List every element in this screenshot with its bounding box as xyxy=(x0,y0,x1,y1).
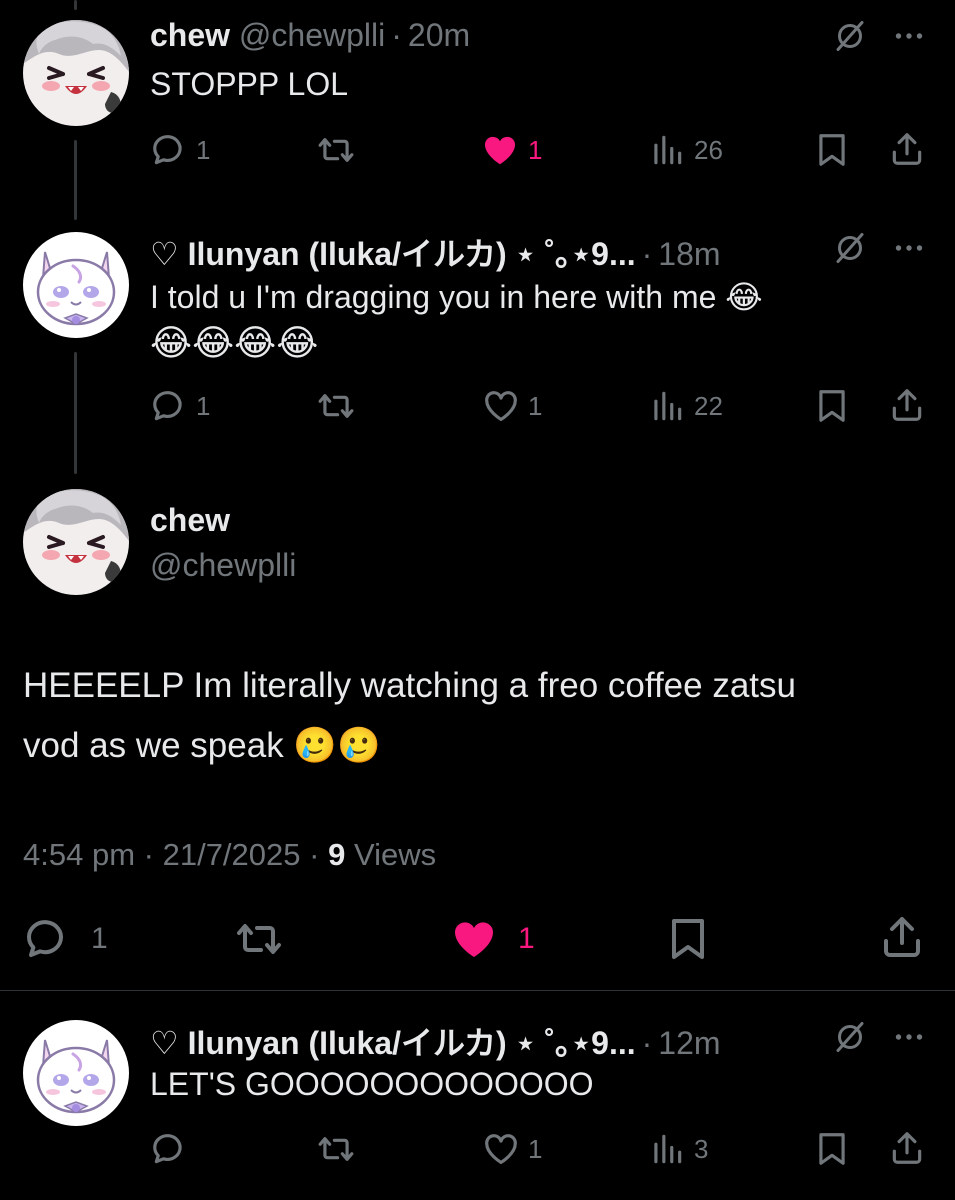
reply-icon xyxy=(150,387,188,425)
bookmark-button[interactable] xyxy=(813,131,851,169)
retweet-icon xyxy=(316,387,356,425)
share-icon xyxy=(878,913,926,961)
like-icon xyxy=(480,131,520,169)
thread-line xyxy=(74,352,77,474)
retweet-button[interactable] xyxy=(316,131,356,169)
tweet-date[interactable]: 21/7/2025 xyxy=(163,837,301,872)
reply-button[interactable]: 1 xyxy=(150,131,210,169)
timestamp[interactable]: 18m xyxy=(658,236,720,272)
reply-button[interactable]: 1 xyxy=(23,915,108,963)
reply-count: 1 xyxy=(196,390,211,421)
retweet-icon xyxy=(233,915,285,963)
more-icon[interactable] xyxy=(890,230,928,266)
reply-count: 1 xyxy=(91,922,108,955)
reply-button[interactable]: 1 xyxy=(150,387,210,425)
more-icon[interactable] xyxy=(890,1019,928,1055)
avatar[interactable] xyxy=(23,489,129,595)
handle[interactable]: @chewplli xyxy=(150,547,296,584)
divider xyxy=(0,990,955,991)
tweet-header: ♡ Ilunyan (Iluka/イルカ) ⋆ ˚｡⋆9... · 18m xyxy=(150,236,721,272)
display-name[interactable]: ♡ Ilunyan (Iluka/イルカ) ⋆ ˚｡⋆9... xyxy=(150,236,636,272)
like-count: 1 xyxy=(528,390,543,421)
views-button[interactable]: 3 xyxy=(648,1130,708,1168)
like-icon xyxy=(482,1130,520,1168)
bookmark-button[interactable] xyxy=(813,1130,851,1168)
like-button[interactable]: 1 xyxy=(480,131,542,169)
timestamp[interactable]: 12m xyxy=(658,1025,720,1061)
avatar[interactable] xyxy=(23,20,129,126)
display-name[interactable]: chew xyxy=(150,17,230,53)
thread-line xyxy=(74,0,77,10)
views-icon xyxy=(648,131,686,169)
tweet-text-emojis: 😂😂😂😂 xyxy=(150,322,319,363)
reply-icon xyxy=(150,131,188,169)
bookmark-icon xyxy=(664,915,712,963)
retweet-icon xyxy=(316,1130,356,1168)
retweet-icon xyxy=(316,131,356,169)
views-icon xyxy=(648,1130,686,1168)
grok-icon[interactable] xyxy=(832,1019,868,1055)
retweet-button[interactable] xyxy=(316,1130,356,1168)
reply-icon xyxy=(150,1130,188,1168)
share-icon xyxy=(888,1129,926,1167)
reply-icon xyxy=(23,915,71,963)
grok-icon[interactable] xyxy=(832,230,868,266)
tweet-text: STOPPP LOL xyxy=(150,66,349,102)
avatar[interactable] xyxy=(23,1020,129,1126)
like-button[interactable]: 1 xyxy=(448,915,535,963)
like-icon xyxy=(448,915,500,963)
bookmark-button[interactable] xyxy=(664,915,712,963)
display-name[interactable]: ♡ Ilunyan (Iluka/イルカ) ⋆ ˚｡⋆9... xyxy=(150,1025,636,1061)
views-count: 26 xyxy=(694,134,723,165)
share-button[interactable] xyxy=(888,386,926,424)
reply-button[interactable] xyxy=(150,1130,188,1168)
display-name[interactable]: chew xyxy=(150,502,230,538)
share-button[interactable] xyxy=(888,130,926,168)
tweet-text: LET'S GOOOOOOOOOOOOO xyxy=(150,1066,594,1102)
views-label: Views xyxy=(353,837,437,872)
bookmark-button[interactable] xyxy=(813,387,851,425)
views-button[interactable]: 22 xyxy=(648,387,723,425)
retweet-button[interactable] xyxy=(316,387,356,425)
retweet-button[interactable] xyxy=(233,915,285,963)
views-count: 22 xyxy=(694,390,723,421)
like-count: 1 xyxy=(528,1133,543,1164)
like-icon xyxy=(482,387,520,425)
views-icon xyxy=(648,387,686,425)
handle[interactable]: @chewplli xyxy=(239,17,385,53)
views-count: 9 xyxy=(328,837,346,872)
like-count: 1 xyxy=(528,134,543,165)
share-button[interactable] xyxy=(878,913,926,961)
display-name-wrap: chew xyxy=(150,502,230,539)
tweet-header: ♡ Ilunyan (Iluka/イルカ) ⋆ ˚｡⋆9... · 12m xyxy=(150,1025,721,1061)
views-button[interactable]: 26 xyxy=(648,131,723,169)
tweet-time[interactable]: 4:54 pm xyxy=(23,837,135,872)
share-icon xyxy=(888,386,926,424)
grok-icon[interactable] xyxy=(832,18,868,54)
like-count: 1 xyxy=(518,922,535,955)
thread-line xyxy=(74,140,77,220)
more-icon[interactable] xyxy=(890,18,928,54)
bookmark-icon xyxy=(813,387,851,425)
share-button[interactable] xyxy=(888,1129,926,1167)
reply-count: 1 xyxy=(196,134,211,165)
like-button[interactable]: 1 xyxy=(482,387,542,425)
tweet-meta: 4:54 pm · 21/7/2025 · 9 Views xyxy=(23,837,437,872)
like-button[interactable]: 1 xyxy=(482,1130,542,1168)
share-icon xyxy=(888,130,926,168)
tweet-text: I told u I'm dragging you in here with m… xyxy=(150,279,763,315)
tweet-text: HEEEELP Im literally watching a freo cof… xyxy=(23,666,796,765)
views-count: 3 xyxy=(694,1133,709,1164)
timestamp[interactable]: 20m xyxy=(408,17,470,53)
bookmark-icon xyxy=(813,131,851,169)
bookmark-icon xyxy=(813,1130,851,1168)
avatar[interactable] xyxy=(23,232,129,338)
tweet-header: chew @chewplli · 20m xyxy=(150,17,471,53)
